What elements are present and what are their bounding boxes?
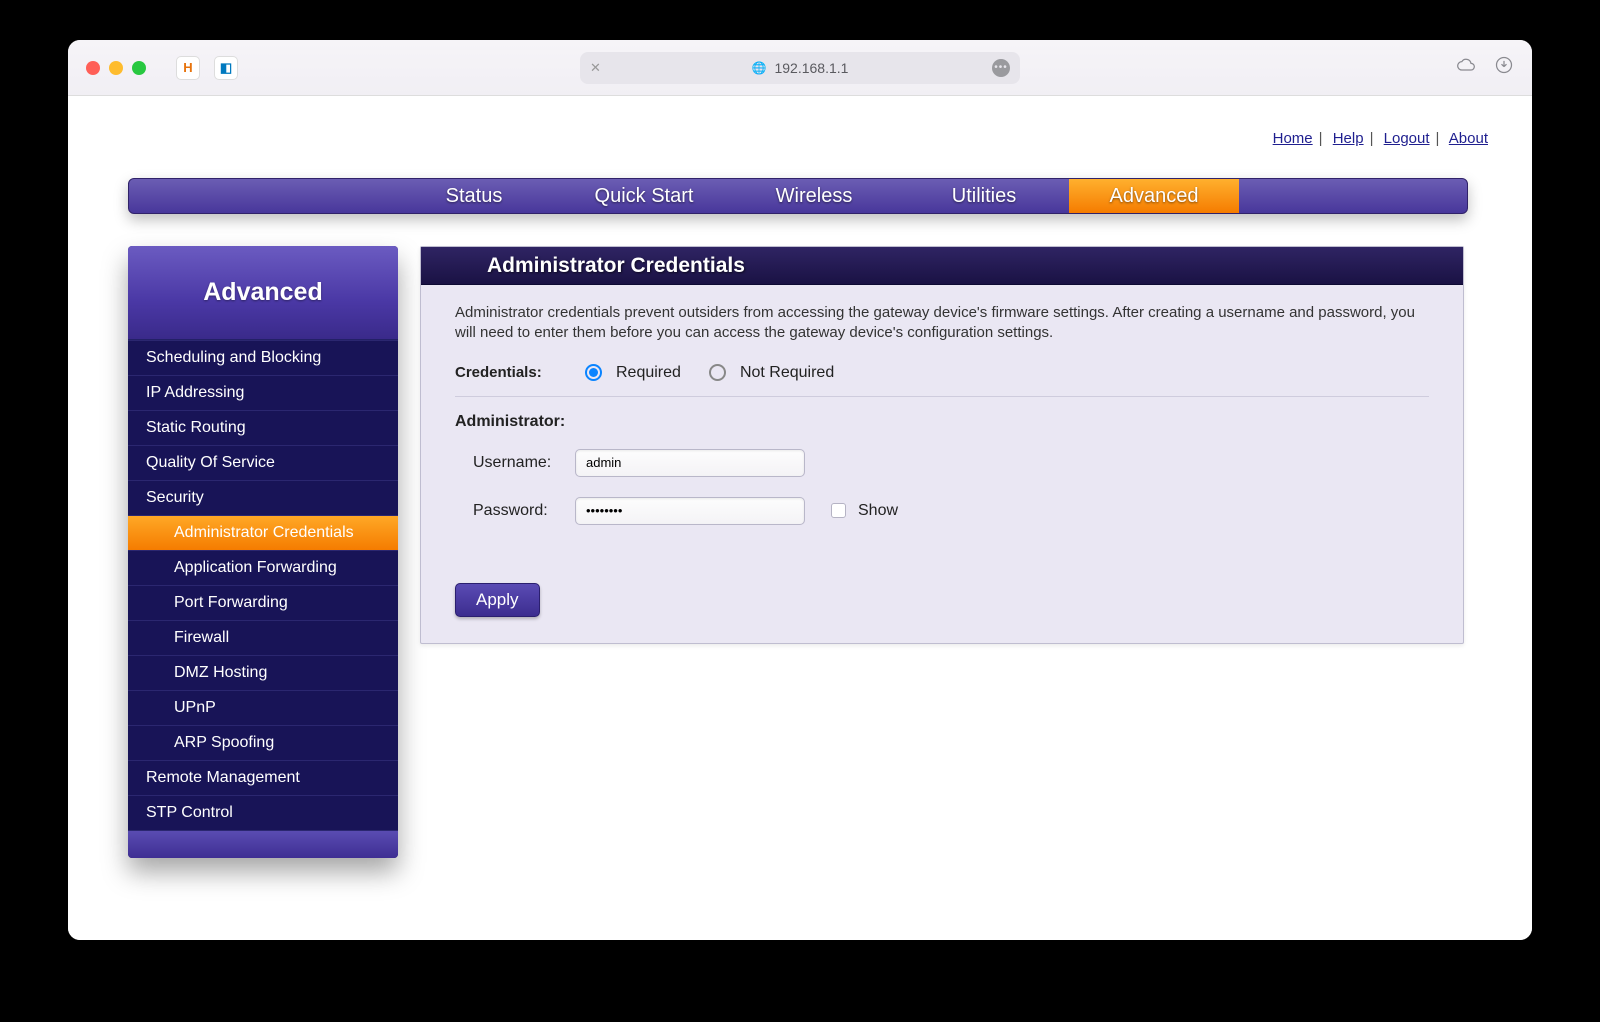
radio-not-required-dot <box>709 364 726 381</box>
sidebar-item-ip-addressing[interactable]: IP Addressing <box>128 375 398 410</box>
sidebar-item-static-routing[interactable]: Static Routing <box>128 410 398 445</box>
sidebar-item-scheduling-and-blocking[interactable]: Scheduling and Blocking <box>128 340 398 375</box>
sidebar-item-dmz-hosting[interactable]: DMZ Hosting <box>128 655 398 690</box>
titlebar-right <box>1456 55 1514 80</box>
show-password-label: Show <box>858 502 898 520</box>
nav-status[interactable]: Status <box>389 179 559 213</box>
radio-not-required[interactable]: Not Required <box>709 364 834 382</box>
sidebar-item-application-forwarding[interactable]: Application Forwarding <box>128 550 398 585</box>
toolbar-app-icon-2[interactable]: ◧ <box>214 56 238 80</box>
site-info-icon: 🌐 <box>752 61 767 75</box>
sidebar-item-firewall[interactable]: Firewall <box>128 620 398 655</box>
sidebar-item-arp-spoofing[interactable]: ARP Spoofing <box>128 725 398 760</box>
radio-not-required-label: Not Required <box>740 364 834 382</box>
radio-required[interactable]: Required <box>585 364 681 382</box>
titlebar: H ◧ ✕ 🌐 192.168.1.1 ••• <box>68 40 1532 96</box>
sidebar-footer <box>128 830 398 858</box>
link-help[interactable]: Help <box>1333 130 1364 147</box>
administrator-header: Administrator: <box>455 413 1429 431</box>
browser-window: H ◧ ✕ 🌐 192.168.1.1 ••• Home| Help| Logo… <box>68 40 1532 940</box>
sidebar-item-port-forwarding[interactable]: Port Forwarding <box>128 585 398 620</box>
credentials-label: Credentials: <box>455 364 585 381</box>
sidebar-item-administrator-credentials[interactable]: Administrator Credentials <box>128 515 398 550</box>
stop-reload-icon[interactable]: ✕ <box>590 60 601 76</box>
toolbar-app-icon-1[interactable]: H <box>176 56 200 80</box>
address-text: 192.168.1.1 <box>774 60 848 76</box>
cloud-icon[interactable] <box>1456 55 1476 80</box>
address-bar[interactable]: ✕ 🌐 192.168.1.1 ••• <box>580 52 1020 84</box>
page-actions-icon[interactable]: ••• <box>992 59 1010 77</box>
nav-wireless[interactable]: Wireless <box>729 179 899 213</box>
sidebar-item-remote-management[interactable]: Remote Management <box>128 760 398 795</box>
radio-required-dot <box>585 364 602 381</box>
main-nav: Status Quick Start Wireless Utilities Ad… <box>128 178 1468 214</box>
link-logout[interactable]: Logout <box>1384 130 1430 147</box>
nav-quick-start[interactable]: Quick Start <box>559 179 729 213</box>
sidebar-item-security[interactable]: Security <box>128 480 398 515</box>
password-input[interactable] <box>575 497 805 525</box>
sidebar-item-upnp[interactable]: UPnP <box>128 690 398 725</box>
nav-advanced[interactable]: Advanced <box>1069 179 1239 213</box>
nav-utilities[interactable]: Utilities <box>899 179 1069 213</box>
main-panel: Administrator Credentials Administrator … <box>420 246 1464 644</box>
credentials-radio-group: Required Not Required <box>585 364 834 382</box>
maximize-icon[interactable] <box>132 61 146 75</box>
sidebar-item-quality-of-service[interactable]: Quality Of Service <box>128 445 398 480</box>
apply-button[interactable]: Apply <box>455 583 540 617</box>
sidebar-item-stp-control[interactable]: STP Control <box>128 795 398 830</box>
username-input[interactable] <box>575 449 805 477</box>
page-content: Home| Help| Logout| About Status Quick S… <box>68 96 1532 940</box>
sidebar-title: Advanced <box>128 246 398 340</box>
panel-description: Administrator credentials prevent outsid… <box>455 303 1429 344</box>
window-controls <box>86 61 146 75</box>
username-label: Username: <box>455 454 575 472</box>
show-password-checkbox[interactable] <box>831 503 846 518</box>
sidebar: Advanced Scheduling and BlockingIP Addre… <box>128 246 398 858</box>
link-home[interactable]: Home <box>1273 130 1313 147</box>
top-links: Home| Help| Logout| About <box>1273 130 1488 147</box>
password-label: Password: <box>455 502 575 520</box>
downloads-icon[interactable] <box>1494 55 1514 80</box>
link-about[interactable]: About <box>1449 130 1488 147</box>
panel-title: Administrator Credentials <box>421 247 1463 285</box>
minimize-icon[interactable] <box>109 61 123 75</box>
radio-required-label: Required <box>616 364 681 382</box>
close-icon[interactable] <box>86 61 100 75</box>
